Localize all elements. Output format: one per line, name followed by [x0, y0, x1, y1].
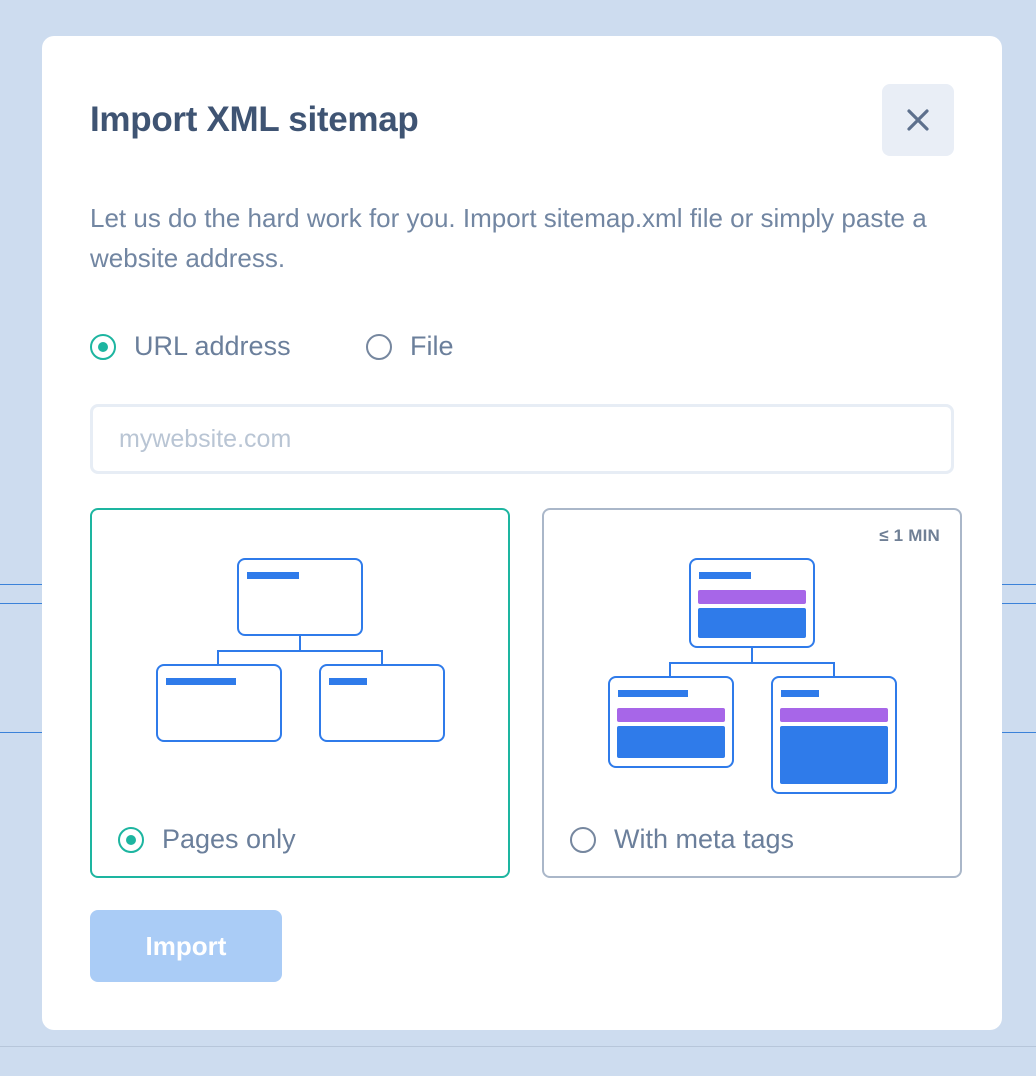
- modal-description: Let us do the hard work for you. Import …: [90, 203, 927, 273]
- close-icon: [907, 109, 929, 131]
- background-divider: [0, 1046, 1036, 1047]
- radio-url-address[interactable]: [90, 333, 116, 360]
- import-button[interactable]: Import: [90, 910, 282, 982]
- background-divider: [1002, 603, 1036, 604]
- source-option-file[interactable]: File: [366, 331, 454, 362]
- import-option-label: Pages only: [162, 824, 296, 854]
- source-option-label: File: [410, 331, 454, 361]
- import-option-label: With meta tags: [614, 824, 795, 854]
- import-option-radio-row[interactable]: Pages only: [118, 824, 296, 855]
- source-option-label: URL address: [134, 331, 291, 361]
- radio-file[interactable]: [366, 333, 392, 360]
- modal-title: Import XML sitemap: [90, 100, 419, 139]
- background-divider: [0, 584, 42, 585]
- background-divider: [1002, 732, 1036, 733]
- background-divider: [0, 603, 42, 604]
- background-divider: [1002, 584, 1036, 585]
- radio-pages-only[interactable]: [118, 826, 144, 853]
- import-sitemap-modal: Import XML sitemap Let us do the hard wo…: [42, 36, 1002, 1030]
- radio-with-meta-tags[interactable]: [570, 826, 596, 853]
- sitemap-tree-meta-icon: [608, 558, 897, 794]
- url-input[interactable]: [90, 404, 954, 474]
- sitemap-tree-icon: [156, 558, 445, 742]
- import-option-pages-only[interactable]: Pages only: [90, 508, 510, 878]
- background-divider: [0, 732, 42, 733]
- import-option-radio-row[interactable]: With meta tags: [570, 824, 794, 855]
- close-button[interactable]: [882, 84, 954, 156]
- source-option-url[interactable]: URL address: [90, 331, 291, 362]
- import-option-with-meta-tags[interactable]: ≤ 1 MIN With meta tags: [542, 508, 962, 878]
